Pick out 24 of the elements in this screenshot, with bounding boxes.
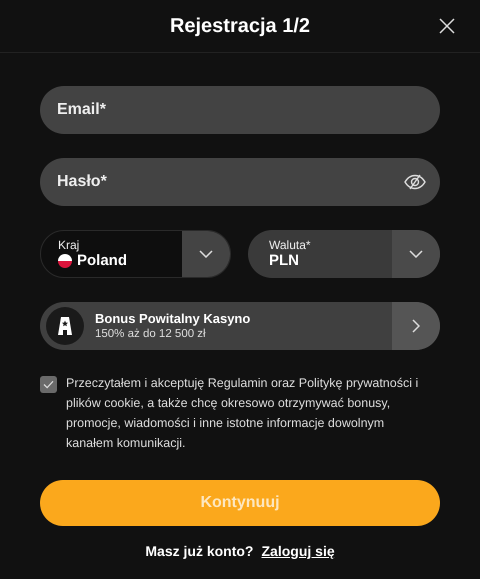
- consent-text: Przeczytałem i akceptuję Regulamin oraz Politykę prywatności i plików cookie, a także chcę okresowo otrzymywać bonusy, promocje, wiadomości i inne istotne informacje dowolnym kanałem komunikacji.: [66, 375, 420, 452]
- flag-icon: [58, 254, 72, 268]
- dialog-title: Rejestracja 1/2: [170, 14, 310, 39]
- chevron-down-icon: [409, 250, 423, 258]
- bonus-subtitle: 150% aż do 12 500 zł: [95, 326, 207, 342]
- login-prompt: Masz już konto?: [145, 542, 254, 561]
- select-value: Poland: [77, 252, 128, 270]
- email-field[interactable]: Email*: [40, 86, 440, 134]
- chevron-right-icon: [412, 319, 420, 333]
- bonus-icon: [46, 307, 84, 345]
- bonus-selector[interactable]: Bonus Powitalny Kasyno 150% aż do 12 500 zł: [40, 302, 440, 350]
- eye-slash-icon[interactable]: [404, 174, 426, 190]
- close-icon[interactable]: [438, 17, 456, 35]
- chevron-down-icon: [199, 250, 213, 258]
- login-link[interactable]: Zaloguj się: [262, 541, 335, 562]
- country-select[interactable]: Kraj Poland: [40, 230, 231, 278]
- select-value: PLN: [269, 252, 299, 270]
- select-label: Waluta*: [269, 238, 312, 252]
- currency-select[interactable]: Waluta* PLN: [248, 230, 440, 278]
- bonus-title: Bonus Powitalny Kasyno: [95, 310, 252, 326]
- select-label: Kraj: [58, 238, 80, 252]
- consent-checkbox[interactable]: [40, 376, 57, 393]
- checkmark-icon: [43, 380, 54, 389]
- password-field[interactable]: Hasło*: [40, 158, 440, 206]
